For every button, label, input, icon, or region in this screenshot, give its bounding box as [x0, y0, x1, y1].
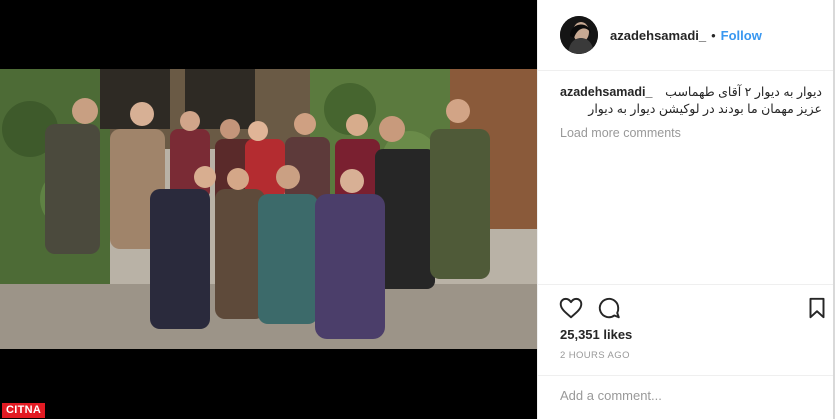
post-sidebar: azadehsamadi_ • Follow azadehsamadi_ دیو…	[537, 0, 835, 419]
post-header: azadehsamadi_ • Follow	[538, 0, 835, 71]
avatar[interactable]	[560, 16, 598, 54]
comment-bar	[538, 375, 835, 413]
caption-username[interactable]: azadehsamadi_	[560, 84, 652, 101]
caption-line-1: دیوار به دیوار ۲ آقای طهماسب	[665, 85, 822, 99]
caption-line-2: عزیز مهمان ما بودند در لوکیشن دیوار به د…	[588, 102, 822, 116]
caption-first-row: azadehsamadi_ دیوار به دیوار ۲ آقای طهما…	[560, 84, 822, 101]
comment-bubble-icon[interactable]	[596, 295, 622, 321]
header-username[interactable]: azadehsamadi_	[610, 28, 706, 43]
post-timestamp[interactable]: 2 HOURS AGO	[560, 350, 630, 361]
instagram-post: CITNA azadehsamadi_ • Follow azadehsamad…	[0, 0, 835, 419]
watermark-logo: CITNA	[2, 403, 46, 418]
post-caption: azadehsamadi_ دیوار به دیوار ۲ آقای طهما…	[560, 84, 822, 118]
heart-icon[interactable]	[558, 295, 584, 321]
follow-button[interactable]: Follow	[721, 28, 762, 43]
post-photo[interactable]	[0, 69, 537, 349]
load-more-comments-link[interactable]: Load more comments	[560, 126, 681, 140]
comment-input[interactable]	[560, 386, 810, 404]
action-icon-row	[558, 295, 828, 321]
bookmark-icon[interactable]	[804, 295, 830, 321]
photo-pane: CITNA	[0, 0, 537, 419]
group-photo-illustration	[0, 69, 537, 349]
avatar-image	[560, 16, 598, 54]
post-actions: 25,351 likes 2 HOURS AGO	[538, 284, 835, 412]
likes-count[interactable]: 25,351 likes	[560, 327, 632, 342]
header-separator: •	[711, 27, 716, 43]
